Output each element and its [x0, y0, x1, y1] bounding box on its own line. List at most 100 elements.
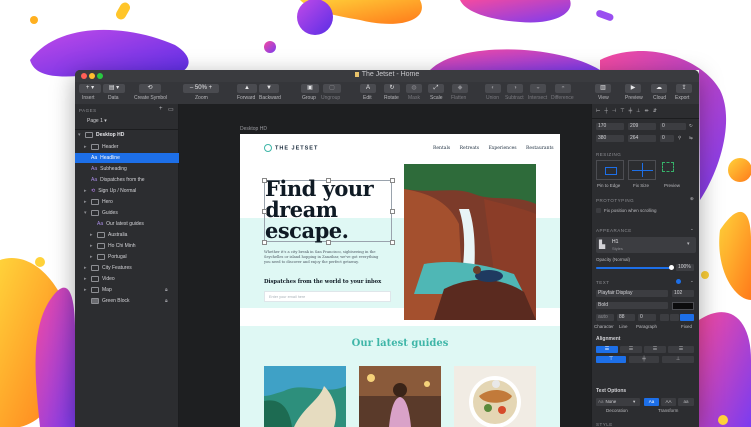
resize-handle[interactable]	[390, 240, 395, 245]
layer-item[interactable]: ▸ Hero	[75, 197, 187, 207]
add-page-button[interactable]: +	[159, 106, 163, 112]
zoom-control[interactable]: – 50% +	[183, 84, 219, 93]
transform-none-button[interactable]: Aa	[644, 398, 659, 406]
resize-handle[interactable]	[390, 178, 395, 183]
valign-top-button[interactable]: ⊤	[596, 356, 626, 363]
disclosure-closed-icon[interactable]: ▸	[90, 241, 97, 251]
disclosure-closed-icon[interactable]: ▸	[90, 252, 97, 262]
disclosure-open-icon[interactable]: ▾	[84, 208, 91, 218]
appearance-menu-icon[interactable]: ⌄	[690, 226, 694, 232]
distribute-v-icon[interactable]: ⇵	[653, 108, 661, 114]
align-right-button[interactable]: ☰	[644, 346, 666, 353]
layer-item[interactable]: Aa Subheading	[75, 164, 194, 174]
artboard-label[interactable]: Desktop HD	[240, 126, 267, 132]
opacity-slider-knob[interactable]	[669, 265, 674, 270]
guide-photo-portugal[interactable]	[454, 366, 536, 427]
nav-experiences[interactable]: Experiences	[489, 146, 517, 151]
line-height-field[interactable]: 88	[617, 314, 635, 321]
align-center-icon[interactable]: ┼	[604, 108, 612, 114]
nav-retreats[interactable]: Retreats	[460, 146, 479, 151]
create-symbol-button[interactable]: ⟲	[139, 84, 161, 93]
page-selector[interactable]: Page 1 ▾	[87, 118, 107, 124]
resize-handle[interactable]	[262, 209, 267, 214]
scale-button[interactable]: ⤢	[428, 84, 444, 93]
text-color-swatch[interactable]	[672, 302, 694, 310]
decoration-select[interactable]: Aa None ▾	[596, 398, 640, 406]
resize-handle[interactable]	[262, 240, 267, 245]
zoom-plus-icon[interactable]: +	[209, 85, 213, 91]
nav-restaurants[interactable]: Restaurants	[526, 146, 554, 151]
layer-item[interactable]: Aa Headline	[75, 153, 194, 163]
guide-photo-australia[interactable]	[264, 366, 346, 427]
resize-handle[interactable]	[390, 209, 395, 214]
canvas[interactable]: Desktop HD THE JETSET Rentals Retreats E…	[179, 104, 591, 427]
layer-item[interactable]: ▸ Header	[75, 142, 187, 152]
guide-photo-ho-chi-minh[interactable]	[359, 366, 441, 427]
lock-icon[interactable]: 🔒︎	[165, 285, 168, 295]
auto-height-button[interactable]	[670, 314, 679, 321]
transform-upper-button[interactable]: AA	[661, 398, 676, 406]
layer-item[interactable]: ▸ ⟲ Sign Up / Normal	[75, 186, 187, 196]
opacity-field[interactable]: 100%	[676, 264, 694, 271]
font-family-field[interactable]: Playfair Display	[596, 290, 668, 297]
zoom-minus-icon[interactable]: –	[190, 85, 193, 91]
backward-button[interactable]: ▼	[259, 84, 279, 93]
resize-handle[interactable]	[326, 178, 331, 183]
fixed-size-button[interactable]	[680, 314, 694, 321]
lock-icon[interactable]: 🔒︎	[165, 296, 168, 306]
collapse-pages-icon[interactable]: ▭	[168, 106, 174, 113]
disclosure-open-icon[interactable]: ▾	[78, 130, 85, 140]
nav-rentals[interactable]: Rentals	[433, 146, 450, 151]
resize-handle[interactable]	[326, 240, 331, 245]
artboard[interactable]: THE JETSET Rentals Retreats Experiences …	[240, 134, 560, 427]
flip-field[interactable]: 0	[660, 135, 674, 142]
disclosure-closed-icon[interactable]: ▸	[84, 186, 91, 196]
view-button[interactable]: ▥	[595, 84, 611, 93]
mask-button[interactable]: ◍	[406, 84, 422, 93]
text-menu-icon[interactable]: ⌄	[690, 278, 694, 284]
resize-handle[interactable]	[262, 178, 267, 183]
align-right-icon[interactable]: ⊣	[612, 108, 620, 114]
rotation-field[interactable]: 0	[660, 123, 686, 130]
cloud-button[interactable]: ☁	[651, 84, 667, 93]
difference-button[interactable]: ◓	[555, 84, 571, 93]
pin-to-edge-control[interactable]	[596, 160, 624, 180]
ungroup-button[interactable]: ▢	[323, 84, 341, 93]
layer-item[interactable]: ▾ Guides	[75, 208, 187, 218]
disclosure-closed-icon[interactable]: ▸	[84, 285, 91, 295]
width-field[interactable]: 380	[596, 135, 624, 142]
lock-ratio-icon[interactable]: ⚲	[678, 135, 681, 141]
insert-button[interactable]: + ▾	[79, 84, 101, 93]
align-justify-button[interactable]: ☰	[668, 346, 694, 353]
flip-icon[interactable]: ⇋	[689, 135, 693, 141]
align-bottom-icon[interactable]: ⊥	[636, 108, 644, 114]
layer-item[interactable]: ▸ City Features	[75, 263, 187, 273]
layer-item[interactable]: ▸ Australia	[75, 230, 193, 240]
disclosure-closed-icon[interactable]: ▸	[90, 230, 97, 240]
align-top-icon[interactable]: ⊤	[620, 108, 628, 114]
edit-button[interactable]: A	[360, 84, 376, 93]
layer-item[interactable]: ▸ Ho Chi Minh	[75, 241, 193, 251]
align-left-button[interactable]: ☰	[596, 346, 618, 353]
intersect-button[interactable]: ◒	[530, 84, 546, 93]
layer-item[interactable]: Green Block 🔒︎	[75, 296, 194, 306]
opacity-slider[interactable]	[596, 265, 674, 270]
disclosure-closed-icon[interactable]: ▸	[84, 142, 91, 152]
preview-button[interactable]: ▶	[625, 84, 641, 93]
flatten-button[interactable]: ◆	[452, 84, 468, 93]
y-field[interactable]: 209	[628, 123, 656, 130]
layer-item[interactable]: ▸ Video	[75, 274, 187, 284]
site-logo[interactable]: THE JETSET	[264, 144, 318, 152]
fix-size-control[interactable]	[628, 160, 656, 180]
export-button[interactable]: ⇪	[676, 84, 692, 93]
paragraph-spacing-field[interactable]: 0	[638, 314, 656, 321]
group-button[interactable]: ▣	[301, 84, 319, 93]
x-field[interactable]: 170	[596, 123, 624, 130]
rotate-button[interactable]: ↻	[384, 84, 400, 93]
email-input[interactable]: Enter your email here	[264, 291, 391, 302]
character-spacing-field[interactable]: auto	[596, 314, 614, 321]
forward-button[interactable]: ▲	[237, 84, 257, 93]
auto-width-button[interactable]	[660, 314, 669, 321]
layer-item[interactable]: ▸ Map 🔒︎	[75, 285, 187, 295]
distribute-h-icon[interactable]: ⇹	[645, 108, 653, 114]
